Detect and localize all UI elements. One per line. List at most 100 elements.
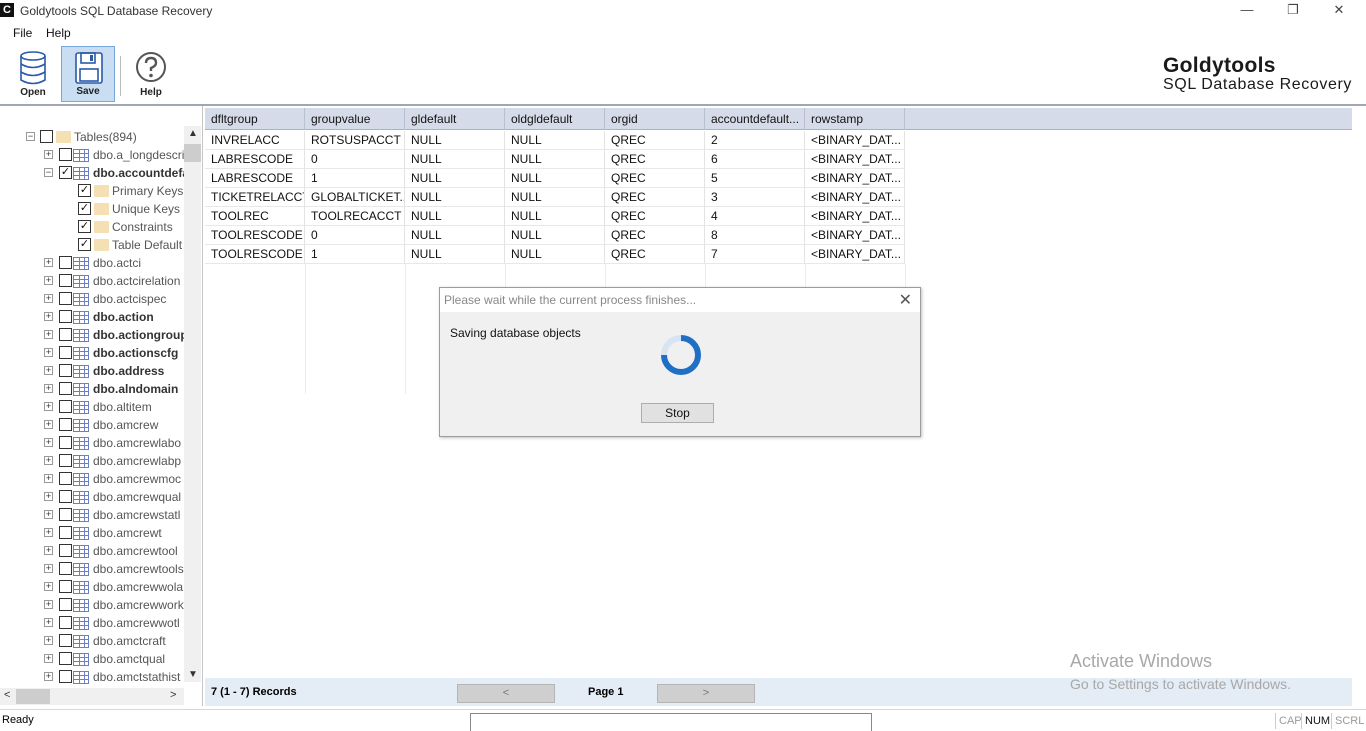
tree-item-checkbox[interactable] [59,454,72,467]
tree-item-checkbox[interactable] [59,148,72,161]
tree-item-checkbox[interactable] [59,364,72,377]
tree-item-checkbox[interactable] [59,490,72,503]
tree-item-checkbox[interactable]: ✓ [59,166,72,179]
next-page-button[interactable]: > [657,684,755,703]
tree-item-checkbox[interactable] [59,310,72,323]
column-header[interactable]: groupvalue [305,108,405,130]
expand-icon[interactable]: + [44,654,53,663]
tree-horizontal-scrollbar[interactable]: < > [0,688,184,705]
tree-item-checkbox[interactable] [59,634,72,647]
expand-icon[interactable]: + [44,636,53,645]
column-header[interactable]: orgid [605,108,705,130]
tree-item[interactable]: + dbo.amcrewstatl [0,506,184,524]
table-row[interactable]: TOOLRESCODE 1 NULL NULL QREC 7 <BINARY_DAT... [205,245,905,264]
expand-icon[interactable]: + [44,348,53,357]
tree-item[interactable]: + dbo.actionscfg [0,344,184,362]
tree-item-checkbox[interactable] [59,418,72,431]
tree-item-checkbox[interactable] [59,400,72,413]
tree-item-checkbox[interactable] [59,274,72,287]
column-header[interactable]: rowstamp [805,108,905,130]
help-button[interactable]: Help [124,46,178,102]
tree-item[interactable]: + dbo.amcrewt [0,524,184,542]
column-header[interactable]: gldefault [405,108,505,130]
tree-item[interactable]: + dbo.amcrewlabo [0,434,184,452]
tree-item[interactable]: + dbo.amcrewmoc [0,470,184,488]
tree-item-checkbox[interactable] [59,328,72,341]
table-row[interactable]: INVRELACC ROTSUSPACCT NULL NULL QREC 2 <BINARY… [205,131,905,150]
expand-icon[interactable]: + [44,492,53,501]
tree-item[interactable]: + dbo.amctstathist [0,668,184,686]
tree-item[interactable]: + dbo.amcrew [0,416,184,434]
tree-item[interactable]: + dbo.actcirelation [0,272,184,290]
tree-item[interactable]: + dbo.action [0,308,184,326]
dialog-close-button[interactable]: ✕ [899,290,912,310]
scroll-down-icon[interactable]: ▼ [188,669,198,680]
open-button[interactable]: Open [6,46,60,102]
expand-icon[interactable]: + [44,510,53,519]
tree-item-checkbox[interactable]: ✓ [78,238,91,251]
tree-item[interactable]: + dbo.a_longdescri [0,146,184,164]
expand-icon[interactable]: + [44,438,53,447]
table-row[interactable]: LABRESCODE 1 NULL NULL QREC 5 <BINARY_DAT... [205,169,905,188]
tree-item-checkbox[interactable] [59,580,72,593]
close-button[interactable]: ✕ [1316,0,1362,22]
hscroll-thumb[interactable] [16,689,50,704]
expand-icon[interactable]: + [44,276,53,285]
expand-icon[interactable]: + [44,366,53,375]
tree-item-checkbox[interactable] [59,382,72,395]
tree-item-checkbox[interactable]: ✓ [78,220,91,233]
tree-item[interactable]: + dbo.amcrewtool [0,542,184,560]
tree-vertical-scrollbar[interactable]: ▲ ▼ [184,126,201,682]
expand-icon[interactable]: + [44,384,53,393]
tree-item[interactable]: + dbo.altitem [0,398,184,416]
tree-item-checkbox[interactable] [59,346,72,359]
tree-item-checkbox[interactable]: ✓ [78,184,91,197]
tree-root-checkbox[interactable] [40,130,53,143]
expand-icon[interactable]: + [44,582,53,591]
tree-item[interactable]: + dbo.address [0,362,184,380]
tree-item[interactable]: + dbo.amcrewtools [0,560,184,578]
expand-icon[interactable]: + [44,330,53,339]
scroll-up-icon[interactable]: ▲ [188,128,198,139]
column-header[interactable]: oldgldefault [505,108,605,130]
expand-icon[interactable]: + [44,672,53,681]
tree-item[interactable]: − ✓ dbo.accountdefa [0,164,189,182]
tree-item-checkbox[interactable] [59,472,72,485]
tree-item[interactable]: + dbo.amcrewwola [0,578,184,596]
tree-item-checkbox[interactable] [59,256,72,269]
column-header[interactable]: accountdefault... [705,108,805,130]
tree-item-checkbox[interactable] [59,508,72,521]
tree-item-checkbox[interactable] [59,526,72,539]
expand-icon[interactable]: + [44,402,53,411]
tree-item-checkbox[interactable] [59,652,72,665]
stop-button[interactable]: Stop [641,403,714,423]
expand-icon[interactable]: + [44,150,53,159]
expand-icon[interactable]: + [44,546,53,555]
expand-icon[interactable]: + [44,564,53,573]
tree-item-checkbox[interactable]: ✓ [78,202,91,215]
collapse-icon[interactable]: − [26,132,35,141]
table-row[interactable]: TOOLREC TOOLRECACCT NULL NULL QREC 4 <BINARY_D… [205,207,905,226]
expand-icon[interactable]: + [44,294,53,303]
tree-item[interactable]: + dbo.amctcraft [0,632,184,650]
tree-subitem[interactable]: ✓ Unique Keys [0,200,184,218]
tree-subitem[interactable]: ✓ Constraints [0,218,184,236]
table-row[interactable]: TICKETRELACCT GLOBALTICKET... NULL NULL QREC… [205,188,905,207]
restore-button[interactable]: ❐ [1270,0,1316,22]
tree-item[interactable]: + dbo.amctqual [0,650,184,668]
table-row[interactable]: LABRESCODE 0 NULL NULL QREC 6 <BINARY_DAT... [205,150,905,169]
expand-icon[interactable]: + [44,258,53,267]
scroll-left-icon[interactable]: < [4,689,10,701]
tree-item-checkbox[interactable] [59,598,72,611]
tree-item-checkbox[interactable] [59,562,72,575]
tree-subitem[interactable]: ✓ Table Default [0,236,184,254]
tree-subitem[interactable]: ✓ Primary Keys [0,182,184,200]
expand-icon[interactable]: + [44,474,53,483]
tree-item[interactable]: + dbo.alndomain [0,380,184,398]
menu-help[interactable]: Help [46,26,71,40]
tree-item-checkbox[interactable] [59,670,72,683]
tree-item-checkbox[interactable] [59,616,72,629]
collapse-icon[interactable]: − [44,168,53,177]
expand-icon[interactable]: + [44,600,53,609]
minimize-button[interactable]: — [1224,0,1270,22]
